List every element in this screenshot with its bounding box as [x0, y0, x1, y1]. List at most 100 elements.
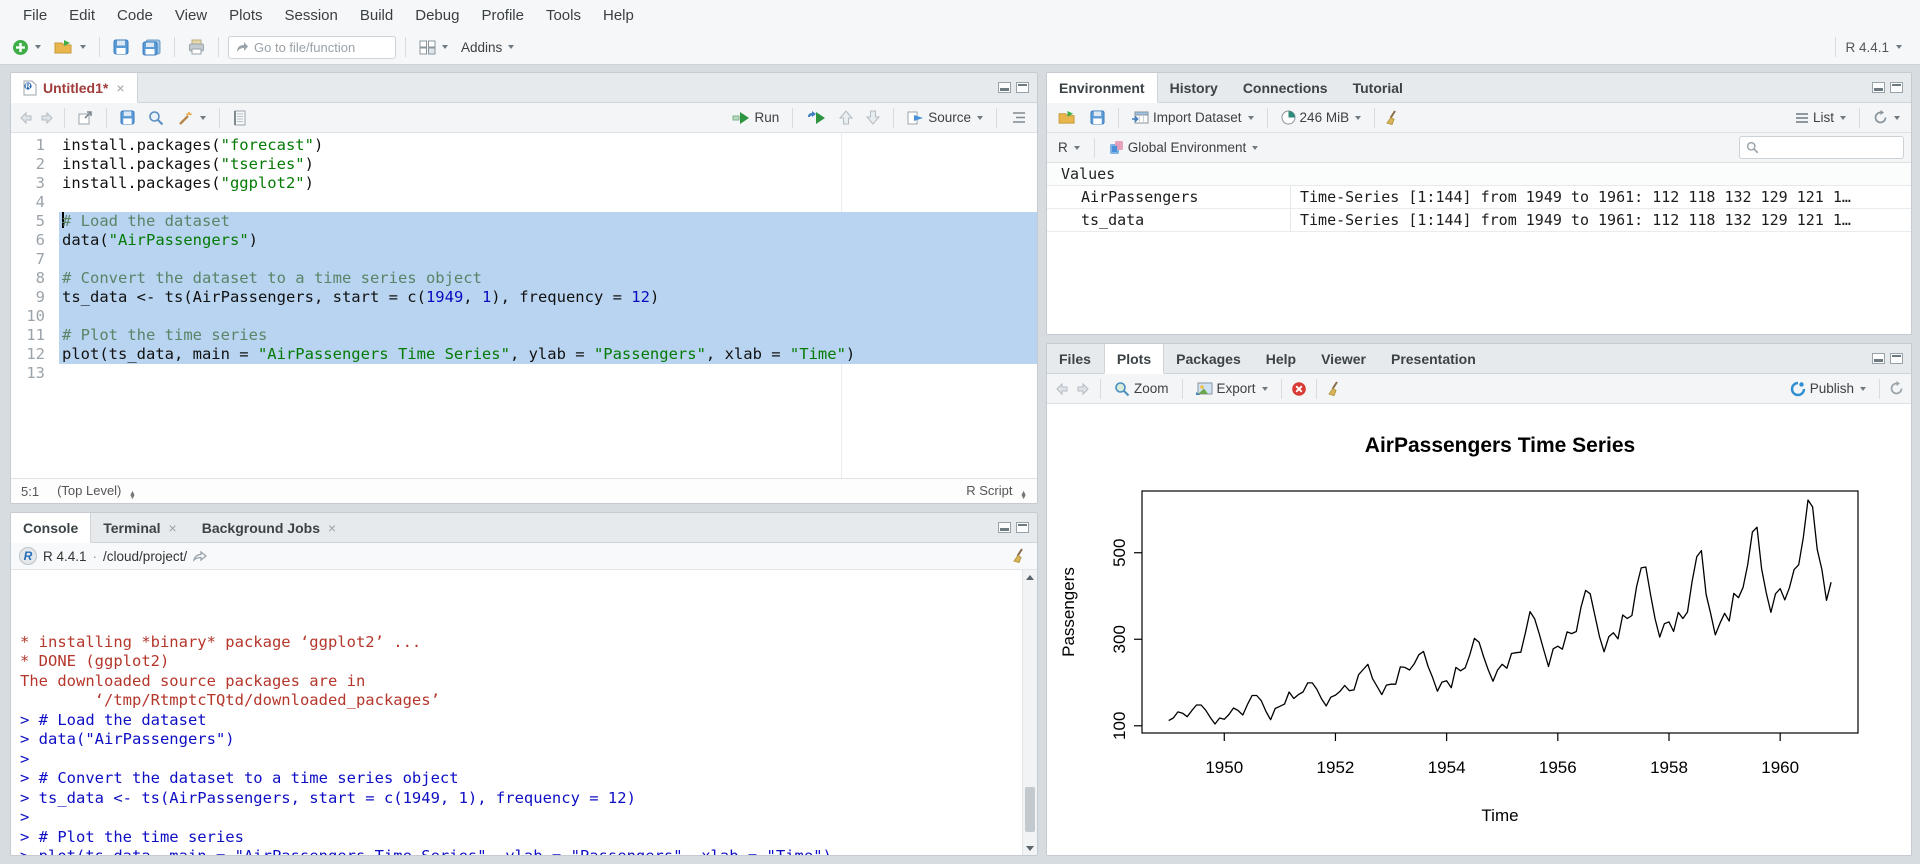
scroll-up-icon[interactable] [1023, 570, 1037, 584]
menu-item-build[interactable]: Build [349, 7, 404, 24]
menu-item-tools[interactable]: Tools [535, 7, 592, 24]
menu-item-view[interactable]: View [164, 7, 218, 24]
code-editor[interactable]: 1install.packages("forecast")2install.pa… [11, 133, 1037, 478]
console-output[interactable]: * installing *binary* package ‘ggplot2’ … [11, 570, 1037, 855]
project-menu-button[interactable]: R 4.4.1 [1845, 40, 1912, 55]
document-outline-button[interactable] [1006, 108, 1030, 127]
code-line[interactable]: 4 [11, 193, 1037, 212]
scope-selector[interactable]: (Top Level) ▲▼ [57, 483, 136, 500]
maximize-pane-icon[interactable] [1890, 353, 1903, 364]
open-new-window-button[interactable] [74, 108, 97, 128]
tab-console[interactable]: Console [11, 513, 91, 543]
save-source-button[interactable] [116, 107, 139, 128]
tab-untitled1[interactable]: R Untitled1* × [11, 73, 138, 103]
open-dir-arrow-icon[interactable] [193, 550, 207, 562]
clear-environment-broom-icon[interactable] [1384, 110, 1402, 126]
environment-object-row[interactable]: AirPassengersTime-Series [1:144] from 19… [1047, 186, 1911, 209]
next-plot-icon[interactable] [1075, 382, 1091, 396]
minimize-pane-icon[interactable] [998, 522, 1011, 533]
scrollbar-thumb[interactable] [1025, 787, 1035, 833]
doc-type-selector[interactable]: R Script ▲▼ [966, 483, 1027, 500]
publish-button[interactable]: Publish [1786, 378, 1870, 400]
save-button[interactable] [109, 36, 133, 58]
menu-item-session[interactable]: Session [274, 7, 349, 24]
tab-connections[interactable]: Connections [1231, 73, 1341, 102]
tab-presentation[interactable]: Presentation [1379, 344, 1489, 373]
tab-files[interactable]: Files [1047, 344, 1104, 373]
code-line[interactable]: 3install.packages("ggplot2") [11, 174, 1037, 193]
code-tools-button[interactable] [173, 107, 210, 129]
find-replace-button[interactable] [144, 107, 168, 129]
addins-button[interactable]: Addins [457, 37, 518, 58]
maximize-pane-icon[interactable] [1016, 522, 1029, 533]
code-line[interactable]: 1install.packages("forecast") [11, 136, 1037, 155]
tab-background-jobs[interactable]: Background Jobs× [190, 513, 349, 542]
environment-object-row[interactable]: ts_dataTime-Series [1:144] from 1949 to … [1047, 209, 1911, 232]
code-line[interactable]: 7 [11, 250, 1037, 269]
tab-environment[interactable]: Environment [1047, 73, 1158, 103]
code-line[interactable]: 6data("AirPassengers") [11, 231, 1037, 250]
remove-plot-icon[interactable] [1291, 381, 1307, 397]
compile-report-button[interactable] [229, 107, 250, 129]
export-plot-button[interactable]: Export [1192, 378, 1272, 399]
tab-terminal[interactable]: Terminal× [91, 513, 190, 542]
tab-packages[interactable]: Packages [1164, 344, 1254, 373]
save-all-button[interactable] [138, 36, 165, 59]
environment-search-input[interactable] [1764, 140, 1897, 155]
clear-console-broom-icon[interactable] [1011, 548, 1029, 564]
print-button[interactable] [184, 36, 209, 58]
menu-item-debug[interactable]: Debug [404, 7, 470, 24]
menu-item-profile[interactable]: Profile [470, 7, 535, 24]
code-line[interactable]: 2install.packages("tseries") [11, 155, 1037, 174]
run-button[interactable]: Run [728, 107, 783, 128]
memory-usage-button[interactable]: 246 MiB [1277, 107, 1366, 128]
minimize-pane-icon[interactable] [1872, 353, 1885, 364]
environment-search[interactable] [1739, 136, 1904, 159]
menu-item-plots[interactable]: Plots [218, 7, 273, 24]
goto-file-search[interactable] [228, 36, 396, 59]
minimize-pane-icon[interactable] [998, 82, 1011, 93]
code-line[interactable]: 5# Load the dataset [11, 212, 1037, 231]
tab-tutorial[interactable]: Tutorial [1341, 73, 1416, 102]
previous-plot-icon[interactable] [1054, 382, 1070, 396]
close-tab-icon[interactable]: × [169, 520, 177, 536]
refresh-plot-icon[interactable] [1889, 381, 1904, 396]
maximize-pane-icon[interactable] [1016, 82, 1029, 93]
menu-item-code[interactable]: Code [106, 7, 164, 24]
code-line[interactable]: 9ts_data <- ts(AirPassengers, start = c(… [11, 288, 1037, 307]
tab-viewer[interactable]: Viewer [1309, 344, 1379, 373]
code-line[interactable]: 11# Plot the time series [11, 326, 1037, 345]
code-line[interactable]: 8# Convert the dataset to a time series … [11, 269, 1037, 288]
list-view-button[interactable]: List [1791, 107, 1850, 128]
refresh-environment-button[interactable] [1869, 107, 1904, 128]
pane-layout-button[interactable] [415, 37, 452, 58]
tab-plots[interactable]: Plots [1104, 344, 1164, 374]
goto-file-input[interactable] [254, 40, 374, 55]
menu-item-file[interactable]: File [12, 7, 58, 24]
code-line[interactable]: 12plot(ts_data, main = "AirPassengers Ti… [11, 345, 1037, 364]
rerun-button[interactable] [802, 108, 830, 128]
tab-help[interactable]: Help [1254, 344, 1309, 373]
environment-scope-selector[interactable]: Global Environment [1105, 137, 1263, 158]
tab-history[interactable]: History [1158, 73, 1231, 102]
save-workspace-button[interactable] [1086, 107, 1109, 128]
menu-item-edit[interactable]: Edit [58, 7, 106, 24]
code-line[interactable]: 13 [11, 364, 1037, 383]
import-dataset-button[interactable]: Import Dataset [1128, 107, 1258, 128]
code-line[interactable]: 10 [11, 307, 1037, 326]
menu-item-help[interactable]: Help [592, 7, 645, 24]
source-button[interactable]: Source [903, 107, 987, 128]
minimize-pane-icon[interactable] [1872, 82, 1885, 93]
open-file-button[interactable] [50, 36, 90, 58]
console-scrollbar[interactable] [1022, 570, 1037, 855]
scroll-down-icon[interactable] [1023, 841, 1037, 855]
maximize-pane-icon[interactable] [1890, 82, 1903, 93]
load-workspace-button[interactable] [1054, 107, 1081, 128]
go-to-previous-button[interactable] [835, 107, 857, 128]
go-to-next-button[interactable] [862, 107, 884, 128]
close-tab-icon[interactable]: × [328, 520, 336, 536]
zoom-plot-button[interactable]: Zoom [1110, 378, 1173, 400]
clear-all-plots-broom-icon[interactable] [1326, 381, 1344, 397]
new-file-button[interactable] [8, 36, 45, 59]
close-tab-icon[interactable]: × [116, 80, 124, 96]
